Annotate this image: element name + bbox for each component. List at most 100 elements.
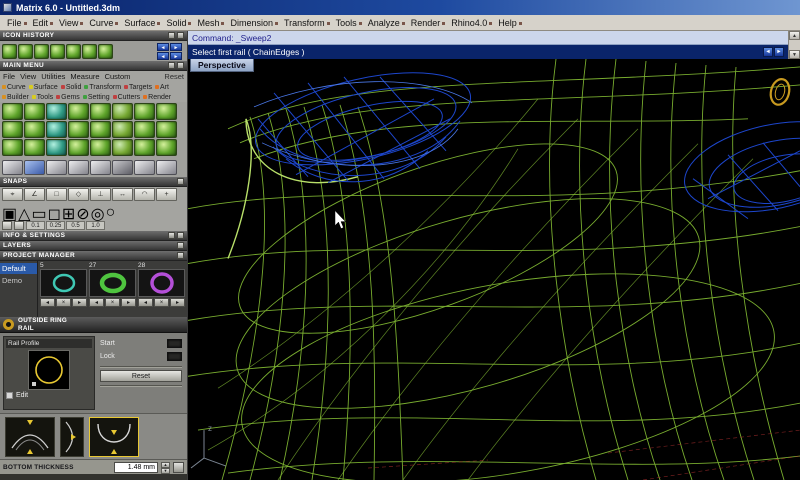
menu-item[interactable]: View: [56, 17, 86, 29]
nav-arrow-button[interactable]: ►: [170, 51, 182, 60]
menu-item[interactable]: Curve: [86, 17, 121, 29]
menu-item[interactable]: Rhino4.0: [448, 17, 495, 29]
menu-item[interactable]: Solid: [163, 17, 194, 29]
profile-option-dome[interactable]: [5, 416, 55, 457]
category-tab[interactable]: Setting: [83, 94, 110, 101]
category-tab[interactable]: Curve: [2, 84, 26, 91]
panel-header-main-menu[interactable]: MAIN MENU: [0, 61, 187, 71]
tool-icon[interactable]: [90, 121, 111, 138]
prompt-arrow-button[interactable]: ◄: [763, 47, 773, 57]
thumbnail-button[interactable]: ◂: [40, 298, 55, 307]
tool-icon[interactable]: [156, 121, 177, 138]
prompt-arrow-button[interactable]: ►: [774, 47, 784, 57]
panel-collapse-button[interactable]: [177, 178, 184, 185]
category-tab[interactable]: Tools: [32, 94, 53, 101]
thumbnail-button[interactable]: ×: [56, 298, 71, 307]
history-tool-icon[interactable]: [50, 43, 65, 59]
panel-collapse-button[interactable]: [177, 242, 184, 249]
menu-item[interactable]: Transform: [281, 17, 333, 29]
tool-icon[interactable]: [112, 121, 133, 138]
snap-toggle[interactable]: △: [18, 204, 30, 223]
tool-icon[interactable]: [156, 139, 177, 156]
thumbnail-button[interactable]: ▸: [121, 298, 136, 307]
start-toggle[interactable]: [167, 339, 182, 348]
thumbnail-button[interactable]: ◂: [89, 298, 104, 307]
history-tool-icon[interactable]: [66, 43, 81, 59]
menu-item[interactable]: Edit: [30, 17, 57, 29]
snap-toggle[interactable]: +: [156, 188, 177, 201]
bottom-thickness-spinner[interactable]: ▲ ▼: [161, 461, 170, 474]
command-prompt-line[interactable]: Select first rail ( ChainEdges ) ◄ ►: [188, 45, 800, 59]
main-menu-item[interactable]: View: [20, 72, 36, 81]
snap-increment-value[interactable]: 0.5: [66, 220, 85, 230]
viewport-label[interactable]: Perspective: [190, 59, 254, 72]
snap-toggle[interactable]: ▭: [31, 204, 46, 223]
command-history-line[interactable]: Command: _Sweep2: [188, 31, 800, 45]
tool-icon[interactable]: [2, 139, 23, 156]
snap-toggle[interactable]: ◇: [68, 188, 89, 201]
transform-tool-icon[interactable]: [24, 160, 45, 175]
viewport-3d[interactable]: Perspective z: [188, 59, 800, 480]
tool-icon[interactable]: [112, 139, 133, 156]
snap-toggle[interactable]: ⊥: [90, 188, 111, 201]
tool-icon[interactable]: [2, 103, 23, 120]
history-tool-icon[interactable]: [18, 43, 33, 59]
thumbnail-button[interactable]: ×: [154, 298, 169, 307]
history-tool-icon[interactable]: [34, 43, 49, 59]
snap-toggle[interactable]: ⊘: [76, 204, 89, 223]
main-menu-item[interactable]: Measure: [70, 72, 99, 81]
snap-toggle[interactable]: ◻: [48, 204, 61, 223]
snap-toggle[interactable]: ⌖: [2, 188, 23, 201]
thumbnail-button[interactable]: ◂: [138, 298, 153, 307]
history-tool-icon[interactable]: [82, 43, 97, 59]
tool-icon[interactable]: [90, 103, 111, 120]
snap-toggle[interactable]: ∠: [24, 188, 45, 201]
tool-icon[interactable]: [112, 103, 133, 120]
nav-arrow-button[interactable]: ►: [170, 42, 182, 51]
tool-icon[interactable]: [134, 121, 155, 138]
ortho-toggle-button[interactable]: [14, 220, 24, 230]
category-tab[interactable]: Art: [155, 84, 169, 91]
history-tool-icon[interactable]: [2, 43, 17, 59]
panel-header-layers[interactable]: LAYERS: [0, 241, 187, 251]
snap-toggle[interactable]: ○: [106, 204, 116, 221]
tool-icon[interactable]: [24, 139, 45, 156]
snap-toggle[interactable]: □: [46, 188, 67, 201]
bottom-thickness-input[interactable]: 1.48 mm: [114, 461, 158, 473]
panel-options-button[interactable]: [177, 62, 184, 69]
menu-item[interactable]: Tools: [333, 17, 365, 29]
snap-toggle[interactable]: ◎: [91, 204, 105, 223]
tool-icon[interactable]: [2, 121, 23, 138]
project-item[interactable]: Demo: [0, 275, 37, 286]
category-tab[interactable]: Solid: [61, 84, 82, 91]
project-item-selected[interactable]: Default: [0, 263, 37, 274]
tool-icon[interactable]: [134, 139, 155, 156]
panel-header-outside-ring-rail[interactable]: OUTSIDE RING RAIL: [0, 317, 187, 333]
menu-item[interactable]: Analyze: [365, 17, 408, 29]
thumbnail-button[interactable]: ×: [105, 298, 120, 307]
thumbnail-button[interactable]: ▸: [170, 298, 185, 307]
tool-icon[interactable]: [68, 121, 89, 138]
transform-tool-icon[interactable]: [90, 160, 111, 175]
tool-icon[interactable]: [156, 103, 177, 120]
panel-header-project-manager[interactable]: PROJECT MANAGER: [0, 251, 187, 261]
tool-icon[interactable]: [68, 139, 89, 156]
tool-icon[interactable]: [24, 103, 45, 120]
tool-icon[interactable]: [46, 139, 67, 156]
title-bar[interactable]: Matrix 6.0 - Untitled.3dm: [0, 0, 800, 15]
panel-header-snaps[interactable]: SNAPS: [0, 177, 187, 187]
snap-increment-value[interactable]: 0.25: [46, 220, 65, 230]
tool-icon[interactable]: [134, 103, 155, 120]
tool-icon[interactable]: [46, 103, 67, 120]
transform-tool-icon[interactable]: [2, 160, 23, 175]
grid-toggle-button[interactable]: [2, 220, 12, 230]
lock-toggle[interactable]: [167, 352, 182, 361]
menu-item[interactable]: Mesh: [194, 17, 227, 29]
category-tab[interactable]: Gems: [56, 94, 80, 101]
category-tab[interactable]: Cutters: [113, 94, 141, 101]
rail-reset-button[interactable]: Reset: [100, 370, 182, 382]
transform-tool-icon[interactable]: [46, 160, 67, 175]
rail-profile-preview[interactable]: [28, 350, 70, 390]
project-thumbnail[interactable]: 28 ◂ × ▸: [138, 262, 185, 316]
tool-icon[interactable]: [90, 139, 111, 156]
